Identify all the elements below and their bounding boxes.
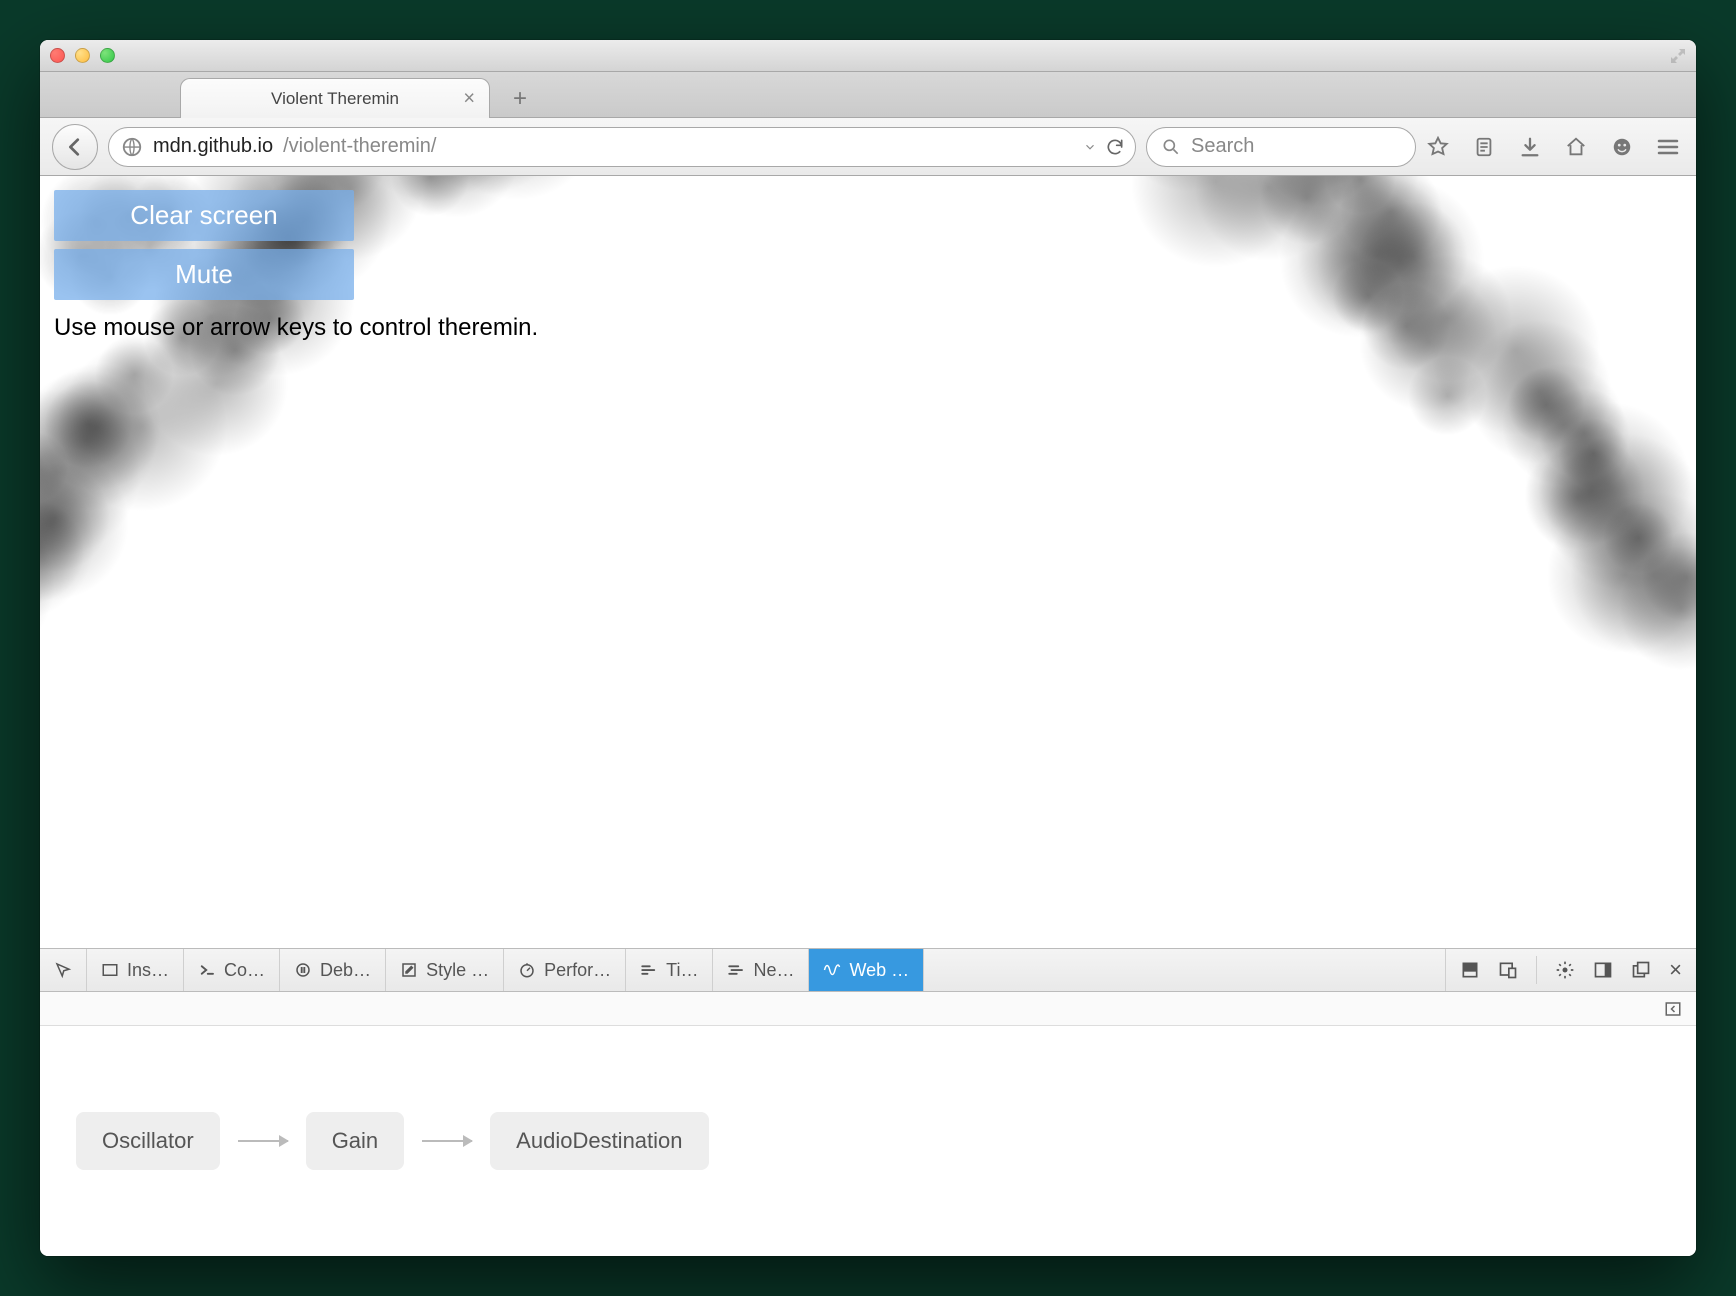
feedback-smiley-icon[interactable] <box>1610 135 1634 159</box>
clear-screen-button[interactable]: Clear screen <box>54 190 354 241</box>
debugger-icon <box>294 961 312 979</box>
inspector-icon <box>101 961 119 979</box>
web-audio-icon <box>823 961 841 979</box>
audio-node-gain[interactable]: Gain <box>306 1112 404 1170</box>
devtools-meta-bar <box>40 992 1696 1026</box>
url-toolbar: mdn.github.io/violent-theremin/ Search <box>40 118 1696 176</box>
audio-node-oscillator[interactable]: Oscillator <box>76 1112 220 1170</box>
devtools-tab-label: Web … <box>849 960 909 981</box>
graph-arrow <box>422 1140 472 1142</box>
devtools-tab-inspector[interactable]: Ins… <box>87 949 184 991</box>
devtools-settings-icon[interactable] <box>1555 960 1575 980</box>
toolbar-icons <box>1426 135 1634 159</box>
devtools-tab-label: Perfor… <box>544 960 611 981</box>
close-tab-button[interactable]: × <box>463 87 475 110</box>
search-icon <box>1161 137 1181 157</box>
menu-button[interactable] <box>1652 131 1684 163</box>
devtools-tab-console[interactable]: Co… <box>184 949 280 991</box>
bookmark-star-icon[interactable] <box>1426 135 1450 159</box>
globe-icon <box>121 136 143 158</box>
console-icon <box>198 961 216 979</box>
tab-strip: Violent Theremin × + <box>40 72 1696 118</box>
pointer-icon <box>54 961 72 979</box>
web-audio-graph: Oscillator Gain AudioDestination <box>40 1026 1696 1256</box>
performance-icon <box>518 961 536 979</box>
url-reload-group <box>1083 137 1125 157</box>
devtools-tab-network[interactable]: Ne… <box>713 949 809 991</box>
dock-side-icon[interactable] <box>1593 960 1613 980</box>
page-controls: Clear screen Mute Use mouse or arrow key… <box>40 176 1696 356</box>
dock-window-icon[interactable] <box>1631 960 1651 980</box>
devtools-right-controls: × <box>1445 949 1696 991</box>
home-icon[interactable] <box>1564 135 1588 159</box>
url-host: mdn.github.io <box>153 135 273 158</box>
split-console-icon[interactable] <box>1460 960 1480 980</box>
devtools-tab-label: Ne… <box>753 960 794 981</box>
devtools-tab-debugger[interactable]: Deb… <box>280 949 386 991</box>
network-icon <box>727 961 745 979</box>
devtools-tab-label: Ins… <box>127 960 169 981</box>
back-button[interactable] <box>52 124 98 170</box>
devtools-tab-label: Ti… <box>666 960 698 981</box>
devtools-pick-element-button[interactable] <box>40 949 87 991</box>
timeline-icon <box>640 961 658 979</box>
search-placeholder: Search <box>1191 135 1254 158</box>
url-path: /violent-theremin/ <box>283 135 436 158</box>
style-editor-icon <box>400 961 418 979</box>
devtools-tab-label: Co… <box>224 960 265 981</box>
page-watermark: Violent Theremin <box>1152 863 1670 934</box>
devtools-tab-style-editor[interactable]: Style … <box>386 949 504 991</box>
mute-button[interactable]: Mute <box>54 249 354 300</box>
page-content[interactable]: Clear screen Mute Use mouse or arrow key… <box>40 176 1696 948</box>
devtools-toolbar: Ins… Co… Deb… Style … Perfor… Ti… Ne… W <box>40 948 1696 992</box>
devtools-tab-web-audio[interactable]: Web … <box>809 949 924 991</box>
responsive-mode-icon[interactable] <box>1498 960 1518 980</box>
devtools-close-icon[interactable]: × <box>1669 957 1682 983</box>
audio-node-destination[interactable]: AudioDestination <box>490 1112 708 1170</box>
reading-list-icon[interactable] <box>1472 135 1496 159</box>
search-box[interactable]: Search <box>1146 127 1416 167</box>
instruction-text: Use mouse or arrow keys to control there… <box>54 314 1682 342</box>
fullscreen-icon[interactable] <box>1670 48 1686 64</box>
devtools-tab-performance[interactable]: Perfor… <box>504 949 626 991</box>
browser-tab[interactable]: Violent Theremin × <box>180 78 490 118</box>
traffic-lights <box>50 48 115 63</box>
devtools-tab-timeline[interactable]: Ti… <box>626 949 713 991</box>
dropdown-icon[interactable] <box>1083 140 1097 154</box>
collapse-sidebar-icon[interactable] <box>1664 1000 1682 1018</box>
url-input[interactable]: mdn.github.io/violent-theremin/ <box>108 127 1136 167</box>
titlebar <box>40 40 1696 72</box>
graph-arrow <box>238 1140 288 1142</box>
devtools-tab-label: Style … <box>426 960 489 981</box>
reload-icon[interactable] <box>1105 137 1125 157</box>
downloads-icon[interactable] <box>1518 135 1542 159</box>
close-window-button[interactable] <box>50 48 65 63</box>
tab-title: Violent Theremin <box>271 89 399 109</box>
devtools-tab-label: Deb… <box>320 960 371 981</box>
new-tab-button[interactable]: + <box>498 81 542 117</box>
browser-window: Violent Theremin × + mdn.github.io/viole… <box>40 40 1696 1256</box>
zoom-window-button[interactable] <box>100 48 115 63</box>
minimize-window-button[interactable] <box>75 48 90 63</box>
